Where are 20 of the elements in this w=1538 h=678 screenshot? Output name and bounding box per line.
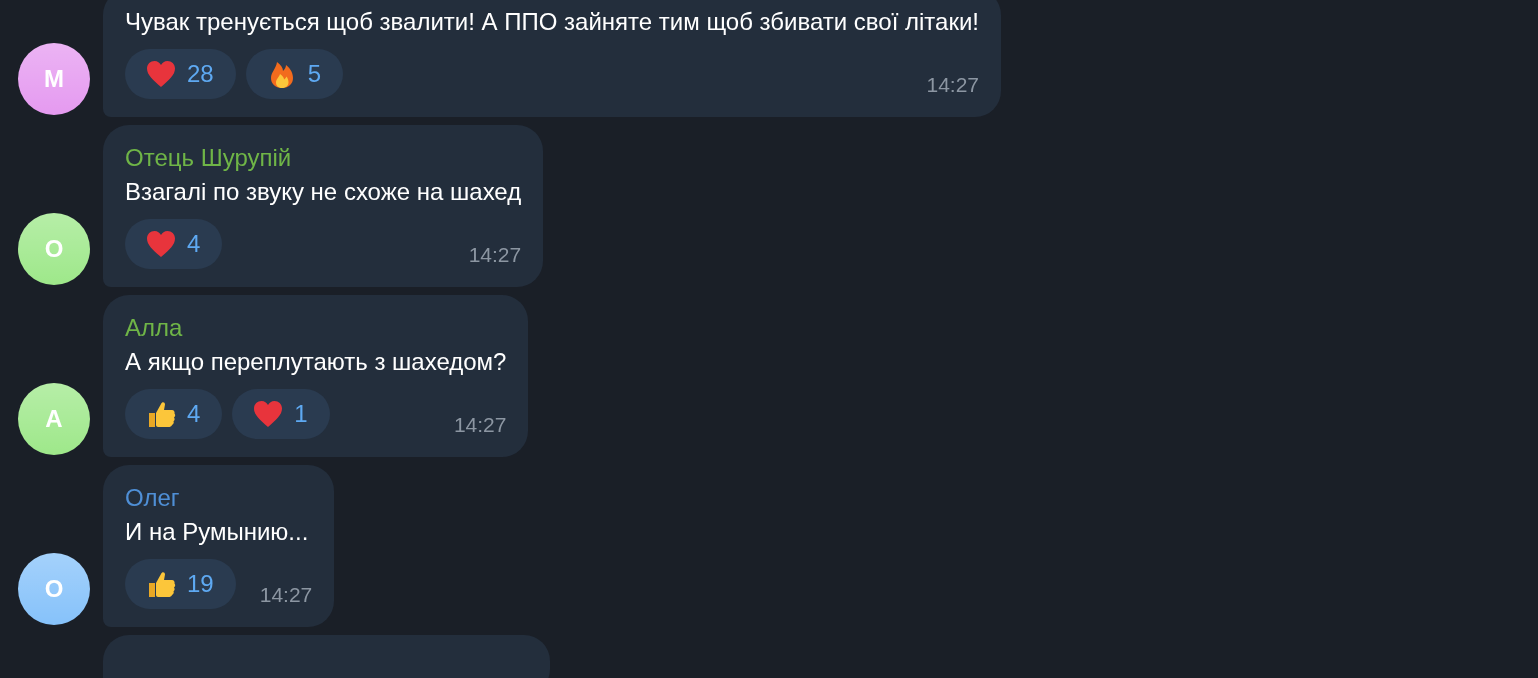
heart-icon: [145, 228, 177, 260]
message-time: 14:27: [453, 412, 507, 438]
message-text: А якщо переплутають з шахедом?: [125, 347, 507, 377]
message-text: Взагалі по звуку не схоже на шахед: [125, 177, 522, 207]
reaction-button[interactable]: 4: [125, 389, 223, 439]
message-text: И на Румынию...: [125, 517, 310, 547]
heart-icon: [145, 58, 177, 90]
reaction-button[interactable]: 28: [125, 49, 236, 99]
message-time: 14:27: [468, 242, 522, 268]
reaction-button[interactable]: 5: [245, 49, 344, 99]
author-name[interactable]: Олег: [125, 481, 313, 515]
author-name[interactable]: Отець Шурупій: [125, 141, 522, 175]
author-name[interactable]: Алла: [125, 311, 507, 345]
message-time: 14:27: [926, 72, 979, 98]
reaction-button[interactable]: 1: [232, 389, 330, 439]
message-time: 14:27: [259, 582, 313, 608]
reaction-button[interactable]: 19: [125, 559, 236, 609]
reaction-button[interactable]: 4: [125, 219, 223, 269]
heart-icon: [252, 398, 285, 430]
message-text: Чувак тренується щоб звалити! А ППО зайняте тим щоб збивати свої літаки!: [125, 7, 979, 37]
